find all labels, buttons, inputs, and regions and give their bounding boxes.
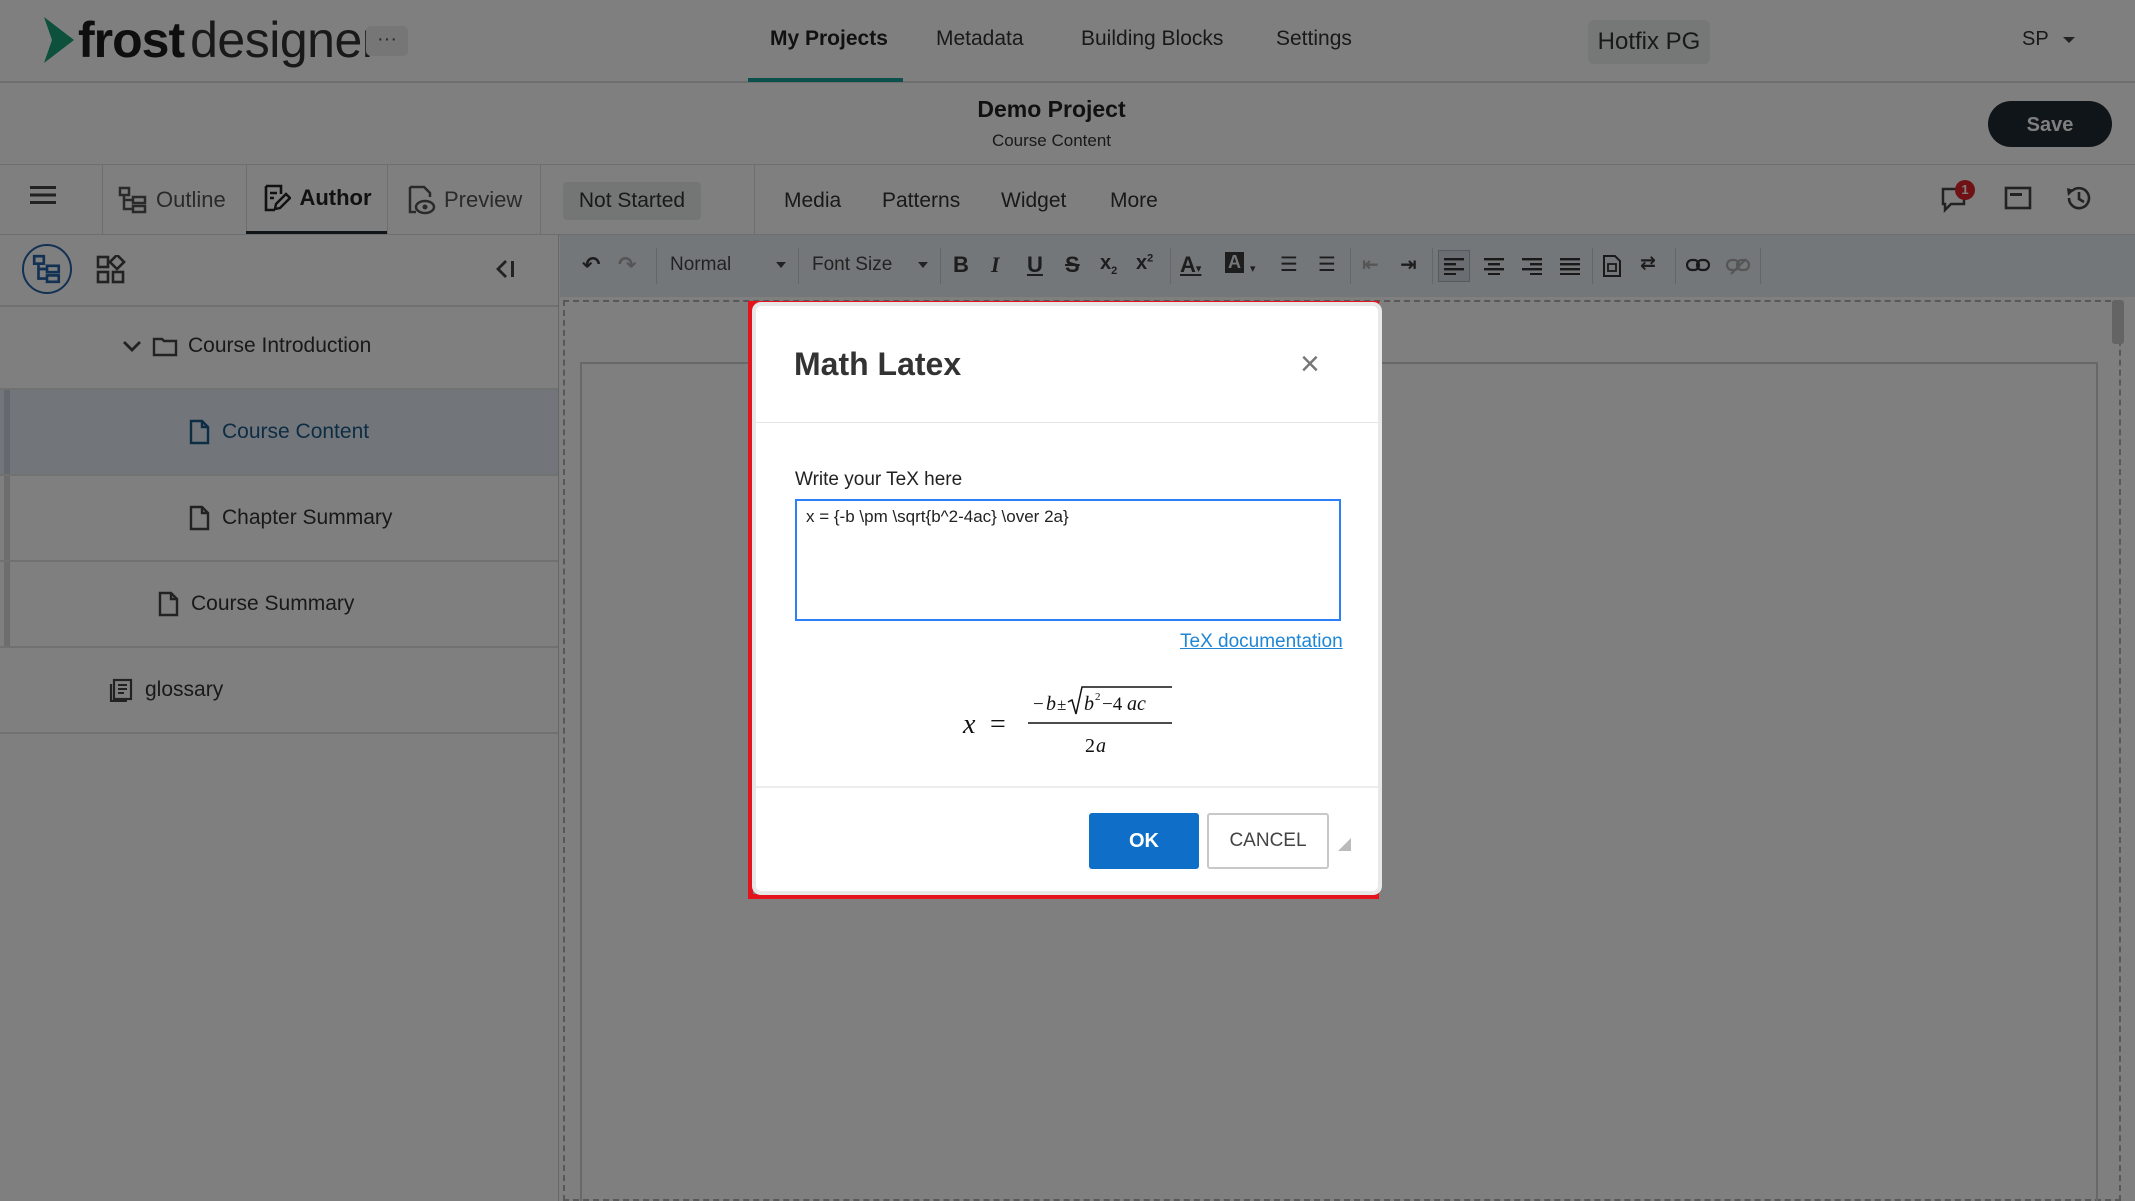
svg-text:=: = (990, 709, 1006, 740)
dialog-title: Math Latex (794, 346, 962, 382)
cancel-button[interactable]: CANCEL (1207, 813, 1329, 869)
dialog-footer-divider (756, 786, 1378, 788)
close-icon[interactable]: × (1300, 347, 1320, 381)
svg-text:−4: −4 (1102, 694, 1123, 715)
dialog-header-divider (756, 422, 1378, 423)
svg-text:−: − (1033, 694, 1044, 715)
svg-text:±: ± (1057, 695, 1066, 714)
svg-text:2: 2 (1085, 735, 1095, 757)
svg-text:b: b (1046, 693, 1056, 715)
tex-input-label: Write your TeX here (795, 469, 963, 490)
svg-text:a: a (1096, 735, 1106, 757)
formula-preview: x = − b ± b 2 −4 ac 2 a (962, 686, 1172, 757)
svg-text:ac: ac (1127, 693, 1146, 715)
svg-text:b: b (1084, 693, 1094, 715)
ok-button[interactable]: OK (1089, 813, 1199, 869)
svg-text:x: x (962, 709, 976, 740)
tex-documentation-link[interactable]: TeX documentation (1180, 631, 1343, 653)
resize-handle-icon[interactable] (1336, 836, 1352, 852)
svg-text:2: 2 (1095, 691, 1101, 703)
tex-input[interactable] (795, 499, 1341, 621)
